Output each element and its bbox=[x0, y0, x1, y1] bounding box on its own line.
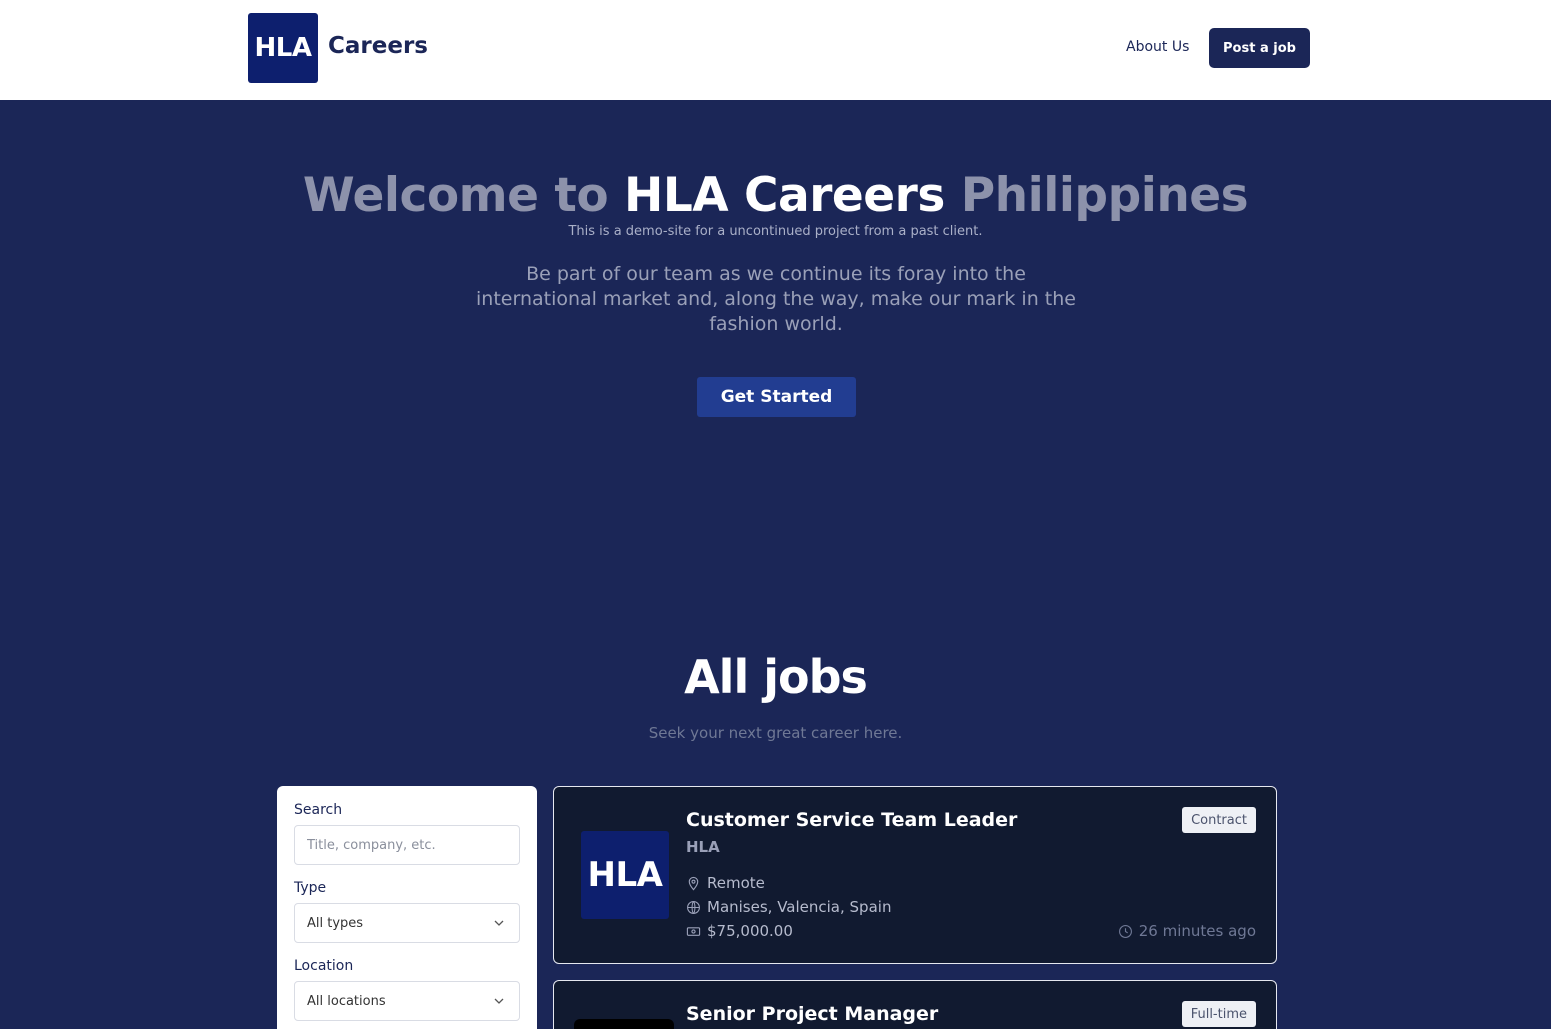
company-logo: HLA bbox=[581, 831, 669, 919]
all-jobs-heading: All jobs bbox=[684, 650, 868, 704]
brand-name[interactable]: Careers bbox=[328, 33, 428, 59]
salary-text: $75,000.00 bbox=[707, 922, 793, 940]
job-title[interactable]: Senior Project Manager bbox=[686, 1003, 938, 1025]
type-label: Type bbox=[294, 880, 327, 896]
chevron-down-icon bbox=[494, 920, 504, 926]
filter-panel: Search Type All types Location All locat… bbox=[277, 786, 537, 1029]
work-mode-text: Remote bbox=[707, 874, 765, 892]
type-select[interactable]: All types bbox=[294, 903, 520, 943]
hla-logo[interactable]: HLA bbox=[248, 13, 318, 83]
chevron-down-icon bbox=[494, 998, 504, 1004]
hero-title-country: Philippines bbox=[944, 168, 1249, 223]
about-us-link[interactable]: About Us bbox=[1126, 39, 1189, 55]
job-card[interactable]: Senior Project Manager Full-time bbox=[553, 980, 1277, 1029]
globe-icon bbox=[687, 900, 700, 914]
hero-title: Welcome to HLA Careers Philippines bbox=[0, 168, 1551, 223]
job-type-badge: Full-time bbox=[1181, 1001, 1256, 1027]
map-pin-icon bbox=[688, 876, 699, 890]
location-select-value: All locations bbox=[307, 993, 386, 1009]
search-label: Search bbox=[294, 802, 343, 818]
hero-title-welcome: Welcome to bbox=[302, 168, 624, 223]
banknote-icon bbox=[686, 926, 701, 936]
posted-time: 26 minutes ago bbox=[1118, 922, 1256, 940]
job-location: Manises, Valencia, Spain bbox=[686, 898, 891, 916]
all-jobs-subtitle: Seek your next great career here. bbox=[648, 724, 903, 742]
site-header: HLA Careers About Us Post a job bbox=[0, 0, 1551, 100]
salary: $75,000.00 bbox=[686, 922, 793, 940]
hero-title-brand: HLA Careers bbox=[624, 168, 945, 223]
search-input[interactable] bbox=[294, 825, 520, 865]
hero-subtitle: Be part of our team as we continue its f… bbox=[476, 263, 1076, 335]
posted-time-text: 26 minutes ago bbox=[1138, 922, 1256, 940]
job-type-badge: Contract bbox=[1182, 807, 1256, 833]
demo-note: This is a demo-site for a uncontinued pr… bbox=[568, 224, 983, 239]
company-name: HLA bbox=[686, 838, 720, 856]
job-card[interactable]: HLA Customer Service Team Leader HLA Rem… bbox=[553, 786, 1277, 964]
get-started-button[interactable]: Get Started bbox=[697, 377, 856, 417]
location-select[interactable]: All locations bbox=[294, 981, 520, 1021]
location-label: Location bbox=[294, 958, 354, 974]
company-logo bbox=[574, 1019, 674, 1029]
clock-icon bbox=[1118, 924, 1132, 938]
job-title[interactable]: Customer Service Team Leader bbox=[686, 809, 1017, 831]
type-select-value: All types bbox=[307, 915, 364, 931]
post-a-job-button[interactable]: Post a job bbox=[1209, 28, 1310, 68]
job-location-text: Manises, Valencia, Spain bbox=[707, 898, 892, 916]
work-mode: Remote bbox=[686, 874, 765, 892]
